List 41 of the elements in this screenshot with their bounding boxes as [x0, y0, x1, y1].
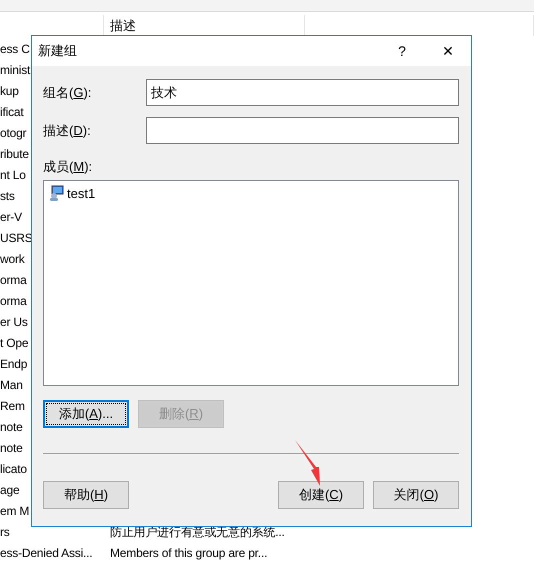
- group-name: er Us: [0, 314, 28, 331]
- group-name: licato: [0, 461, 27, 478]
- group-name: note: [0, 440, 23, 457]
- group-name: age: [0, 482, 20, 499]
- input-field[interactable]: [146, 117, 459, 144]
- group-name: Man: [0, 377, 23, 394]
- group-name: otogr: [0, 125, 26, 142]
- field-label: 组名(G):: [43, 84, 92, 102]
- input-field[interactable]: 技术: [146, 79, 459, 106]
- group-name: work: [0, 251, 25, 268]
- group-name: orma: [0, 293, 27, 310]
- group-name: Rem: [0, 398, 25, 415]
- group-name: USRS: [0, 230, 33, 247]
- group-name: ificat: [0, 104, 24, 121]
- group-name: Endp: [0, 356, 28, 373]
- group-name: ess C: [0, 41, 30, 58]
- members-label: 成员(M):: [43, 159, 92, 174]
- field-label: 描述(D):: [43, 122, 92, 140]
- dialog-button[interactable]: 创建(C): [278, 481, 364, 509]
- dialog-button[interactable]: 帮助(H): [43, 481, 129, 509]
- column-header[interactable]: 描述: [110, 18, 136, 33]
- group-name: orma: [0, 272, 27, 289]
- user-icon: [49, 185, 65, 201]
- member-name[interactable]: test1: [67, 186, 96, 200]
- group-name: nt Lo: [0, 167, 26, 184]
- group-description: Members of this group are pr...: [110, 546, 268, 560]
- group-name: ess-Denied Assi...: [0, 545, 92, 562]
- group-name: minist: [0, 62, 30, 79]
- group-name: sts: [0, 188, 15, 205]
- close-button[interactable]: ✕: [425, 36, 471, 66]
- group-name: kup: [0, 83, 19, 100]
- group-name: er-V: [0, 209, 22, 226]
- group-name: rs: [0, 524, 10, 541]
- group-name: em M: [0, 503, 30, 520]
- dialog-title: 新建组: [38, 42, 78, 60]
- help-button[interactable]: ?: [379, 36, 425, 66]
- group-name: t Ope: [0, 335, 28, 352]
- dialog-button[interactable]: 添加(A)...: [43, 400, 129, 428]
- group-name: ribute: [0, 146, 29, 163]
- dialog-button[interactable]: 关闭(O): [373, 481, 459, 509]
- group-name: note: [0, 419, 23, 436]
